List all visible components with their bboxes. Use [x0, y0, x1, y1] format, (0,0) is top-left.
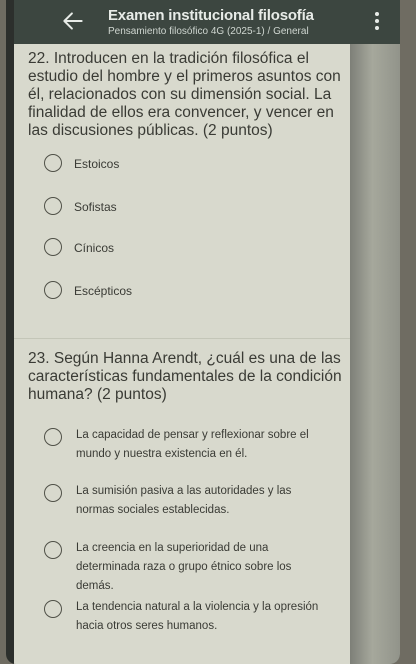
radio-button[interactable]	[44, 541, 62, 559]
screen-edge	[350, 44, 400, 664]
radio-button[interactable]	[44, 600, 62, 618]
app-bar: Examen institucional filosofía Pensamien…	[14, 0, 400, 44]
option-label: Estoicos	[74, 157, 120, 171]
radio-button[interactable]	[44, 428, 62, 446]
exam-content: 22. Introducen en la tradición filosófic…	[14, 44, 352, 664]
more-vertical-icon	[372, 12, 382, 30]
question-divider	[14, 338, 352, 339]
option-label: Cínicos	[74, 241, 115, 255]
option-label: La sumisión pasiva a las autoridades y l…	[76, 485, 292, 516]
option-sofistas[interactable]: Sofistas	[44, 197, 117, 218]
question-23-text: 23. Según Hanna Arendt, ¿cuál es una de …	[28, 350, 342, 403]
option-capacidad-pensar[interactable]: La capacidad de pensar y reflexionar sob…	[44, 428, 326, 464]
option-superioridad-raza[interactable]: La creencia en la superioridad de una de…	[44, 541, 326, 596]
option-sumision-pasiva[interactable]: La sumisión pasiva a las autoridades y l…	[44, 484, 326, 520]
option-estoicos[interactable]: Estoicos	[44, 154, 119, 175]
phone-screen: Examen institucional filosofía Pensamien…	[6, 0, 400, 664]
question-22-text: 22. Introducen en la tradición filosófic…	[28, 50, 341, 139]
arrow-left-icon	[63, 12, 83, 30]
back-button[interactable]	[60, 8, 86, 34]
radio-button[interactable]	[44, 197, 62, 215]
option-cinicos[interactable]: Cínicos	[44, 238, 114, 259]
radio-button[interactable]	[44, 154, 62, 172]
radio-button[interactable]	[44, 484, 62, 502]
option-escepticos[interactable]: Escépticos	[44, 281, 132, 302]
option-label: La tendencia natural a la violencia y la…	[76, 601, 319, 632]
header-titles: Examen institucional filosofía Pensamien…	[108, 7, 360, 37]
option-label: La capacidad de pensar y reflexionar sob…	[76, 429, 309, 460]
option-label: La creencia en la superioridad de una de…	[76, 542, 292, 592]
more-menu-button[interactable]	[372, 10, 382, 34]
radio-button[interactable]	[44, 238, 62, 256]
option-violencia-opresion[interactable]: La tendencia natural a la violencia y la…	[44, 600, 326, 636]
radio-button[interactable]	[44, 281, 62, 299]
page-title: Examen institucional filosofía	[108, 7, 314, 24]
page-subtitle: Pensamiento filosófico 4G (2025-1) / Gen…	[108, 26, 309, 37]
option-label: Sofistas	[74, 200, 117, 214]
option-label: Escépticos	[74, 284, 133, 298]
